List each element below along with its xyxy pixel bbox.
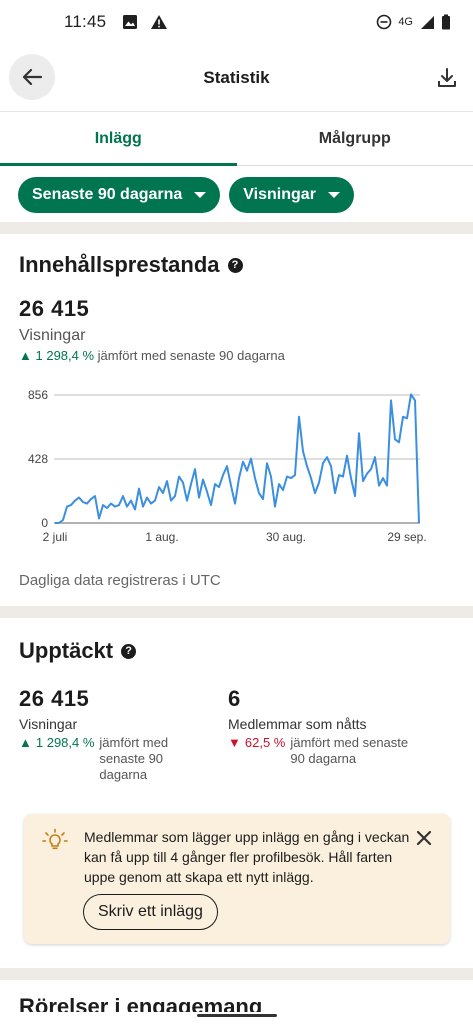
members-delta: ▼ 62,5 % jämfört med senaste 90 dagarna [228, 735, 428, 767]
period-filter-label: Senaste 90 dagarna [32, 186, 183, 203]
warning-icon [151, 15, 168, 29]
views-delta-text: jämfört med senaste 90 dagarna [97, 348, 285, 363]
next-section-title: Rörelser i engagemang [19, 994, 263, 1012]
tip-text: Medlemmar som lägger upp inlägg en gång … [84, 829, 410, 885]
chart-y-tick-label: 428 [28, 452, 48, 466]
back-button[interactable] [9, 54, 55, 100]
caret-down-icon [194, 192, 207, 198]
battery-icon [442, 14, 450, 30]
home-indicator[interactable] [197, 1014, 277, 1017]
chart-x-tick-label: 1 aug. [145, 530, 178, 544]
filter-row: Senaste 90 dagarna Visningar [18, 177, 354, 213]
section-divider [0, 606, 473, 618]
network-type: 4G [398, 16, 413, 28]
gallery-icon [123, 15, 138, 29]
tip-card: Medlemmar som lägger upp inlägg en gång … [24, 814, 450, 944]
arrow-up-icon: ▲ [19, 735, 32, 750]
discovery-title: Upptäckt ? [19, 638, 137, 664]
signal-icon [421, 16, 434, 29]
views-delta-value: 1 298,4 % [35, 348, 95, 363]
download-button[interactable] [435, 66, 459, 90]
chart-y-tick-label: 856 [28, 388, 48, 402]
chart-x-tick-label: 29 sep. [387, 530, 426, 544]
download-icon [438, 68, 456, 87]
views-total: 26 415 [19, 296, 90, 321]
close-icon[interactable] [414, 828, 434, 848]
caret-down-icon [327, 192, 340, 198]
chart-footnote: Dagliga data registreras i UTC [19, 572, 221, 589]
arrow-down-icon: ▼ [228, 735, 241, 750]
discovery-views-delta-value: 1 298,4 % [35, 735, 95, 750]
members-total: 6 [228, 686, 241, 711]
discovery-views-label: Visningar [19, 716, 78, 732]
app-bar: Statistik [0, 44, 473, 112]
views-line-chart: 0 428 856 2 juli 1 aug. 30 aug. 29 sep. [18, 380, 458, 550]
metric-filter-label: Visningar [243, 186, 316, 203]
page-title: Statistik [203, 67, 270, 87]
members-label: Medlemmar som nåtts [228, 716, 367, 732]
arrow-up-icon: ▲ [19, 348, 32, 363]
chart-x-tick-label: 2 juli [43, 530, 68, 544]
chart-y-tick-label: 0 [41, 516, 48, 530]
views-delta: ▲ 1 298,4 % jämfört med senaste 90 dagar… [19, 348, 285, 363]
tab-inlagg[interactable]: Inlägg [0, 112, 237, 166]
members-delta-text: jämfört med senaste 90 dagarna [290, 735, 409, 766]
tab-bar: Inlägg Målgrupp [0, 112, 473, 166]
arrow-left-icon [22, 68, 43, 86]
help-icon[interactable]: ? [227, 257, 243, 273]
discovery-views-total: 26 415 [19, 686, 90, 711]
members-delta-value: 62,5 % [244, 735, 286, 750]
do-not-disturb-icon [377, 14, 392, 30]
discovery-heading: Upptäckt [19, 638, 114, 663]
help-icon[interactable]: ? [121, 643, 137, 659]
status-bar: 11:45 4G [0, 0, 473, 44]
section-divider [0, 222, 473, 234]
views-label: Visningar [19, 327, 86, 344]
chart-svg: 0 428 856 2 juli 1 aug. 30 aug. 29 sep. [28, 388, 427, 544]
discovery-views-delta-text: jämfört med senaste 90 dagarna [99, 735, 169, 782]
section-divider [0, 968, 473, 980]
tab-malgrupp[interactable]: Målgrupp [237, 112, 473, 165]
lightbulb-icon [42, 828, 68, 850]
write-post-button[interactable]: Skriv ett inlägg [83, 894, 218, 930]
metric-filter-button[interactable]: Visningar [229, 177, 354, 213]
content-performance-heading: Innehållsprestanda [19, 252, 220, 277]
discovery-views-delta: ▲ 1 298,4 % jämfört med senaste 90 dagar… [19, 735, 219, 783]
chart-x-tick-label: 30 aug. [266, 530, 306, 544]
content-performance-title: Innehållsprestanda ? [19, 252, 243, 278]
status-time: 11:45 [64, 12, 107, 31]
period-filter-button[interactable]: Senaste 90 dagarna [18, 177, 221, 213]
